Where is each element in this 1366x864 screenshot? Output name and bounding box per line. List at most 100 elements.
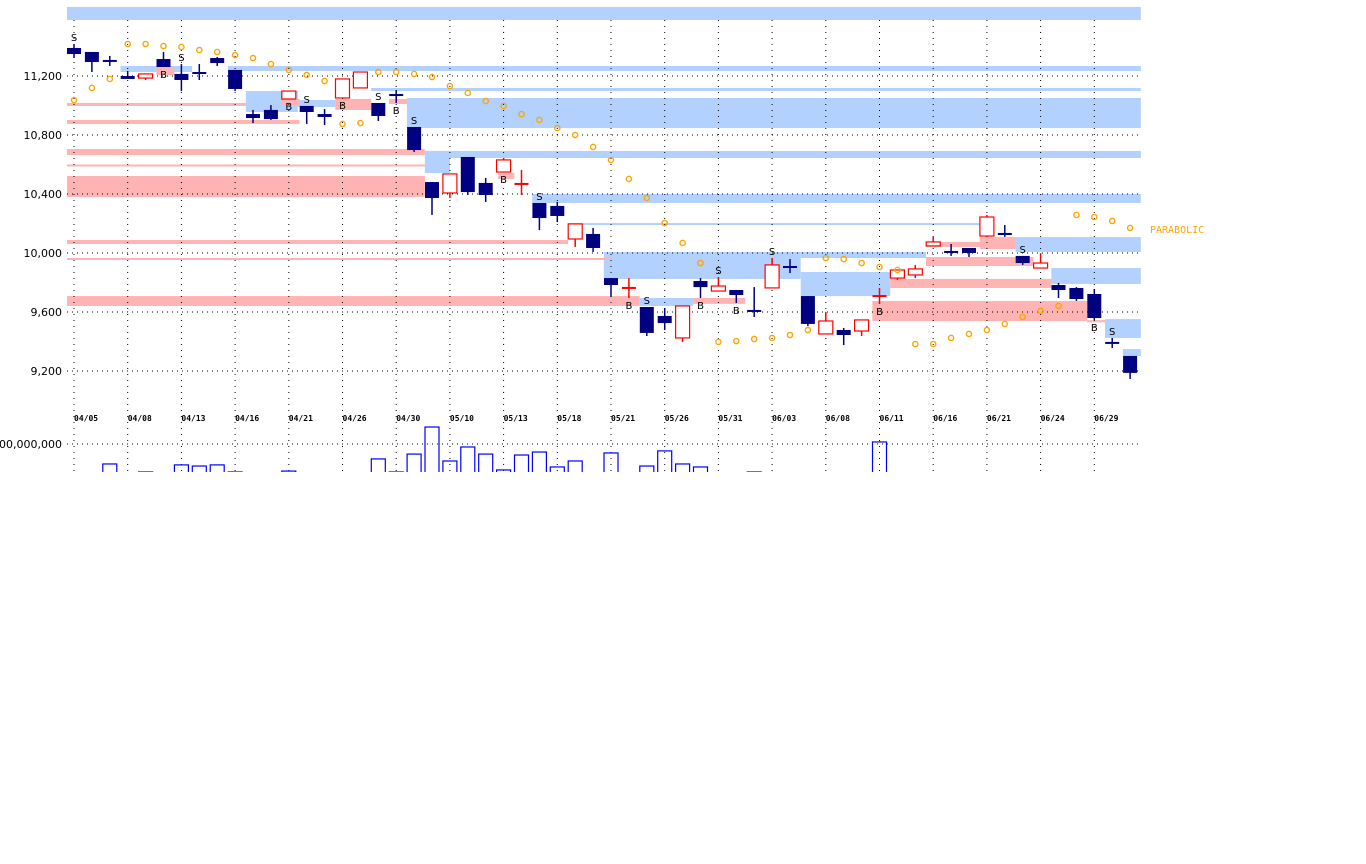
volume-bar <box>388 471 404 472</box>
volume-bar <box>370 458 386 472</box>
date-tick-label: 06/21 <box>987 414 1011 423</box>
resistance-zone <box>67 6 1141 20</box>
date-tick-label: 04/13 <box>181 414 205 423</box>
parabolic-dot <box>178 43 185 51</box>
candle <box>138 73 154 80</box>
candle <box>836 327 851 346</box>
volume-bar <box>406 453 422 472</box>
candle-body-up <box>442 173 458 194</box>
buy-signal-label: B <box>1091 323 1098 334</box>
resistance-zone <box>1122 349 1141 356</box>
date-tick-label: 04/05 <box>74 414 98 423</box>
parabolic-dot <box>983 326 991 334</box>
parabolic-dot <box>410 70 418 78</box>
parabolic-dot <box>195 46 203 54</box>
volume-bar <box>478 453 494 472</box>
price-tick-label: 10,000 <box>24 247 63 260</box>
candle-body-up <box>853 319 870 332</box>
candle-body-down <box>532 202 547 219</box>
candle <box>853 319 870 337</box>
candle <box>352 71 368 89</box>
date-tick-label: 05/18 <box>557 414 581 423</box>
candle <box>586 227 601 252</box>
candle <box>639 306 654 337</box>
candle-body-down <box>192 72 207 75</box>
volume-bar <box>209 464 225 472</box>
parabolic-dot <box>106 75 114 83</box>
buy-signal-label: B <box>500 175 507 186</box>
volume-bar <box>692 466 709 472</box>
candle-body-down <box>639 306 654 333</box>
resistance-zone <box>1015 237 1141 252</box>
parabolic-dot <box>1108 217 1116 225</box>
candle <box>657 308 672 330</box>
candle <box>1032 253 1049 269</box>
sell-signal-label: S <box>304 95 310 106</box>
support-zone <box>979 237 1016 250</box>
parabolic-dot <box>464 89 472 97</box>
candle-body-down <box>460 156 475 193</box>
candle-body-down <box>586 233 601 248</box>
parabolic-dot <box>858 259 865 267</box>
support-zone <box>67 176 425 197</box>
volume-bar <box>549 466 565 472</box>
volume-bar <box>353 473 367 520</box>
candle <box>407 127 422 152</box>
parabolic-dot <box>142 40 149 48</box>
date-tick-label: 06/11 <box>880 414 904 423</box>
volume-bar <box>281 470 297 472</box>
candle <box>997 224 1012 237</box>
candle <box>514 169 529 196</box>
buy-signal-label: B <box>285 102 292 113</box>
parabolic-dot <box>249 54 257 62</box>
candle <box>192 64 207 80</box>
date-tick-label: 06/03 <box>772 414 796 423</box>
candle-body-up <box>496 159 512 173</box>
candle-body-down <box>1105 341 1120 344</box>
volume-bar <box>622 473 636 520</box>
candle-body-down <box>120 76 135 79</box>
volume-bar <box>424 426 440 472</box>
buy-signal-label: B <box>393 106 400 117</box>
parabolic-dot <box>1001 320 1009 328</box>
candle <box>425 182 439 215</box>
parabolic-dot <box>124 40 131 48</box>
support-zone <box>67 240 569 244</box>
volume-bar <box>138 471 154 472</box>
parabolic-dot <box>768 334 776 342</box>
candle <box>67 43 81 59</box>
candle-body-down <box>228 69 243 89</box>
candle <box>889 269 906 280</box>
candle <box>156 51 171 68</box>
resistance-zone <box>406 97 1141 129</box>
sell-signal-label: S <box>644 296 650 307</box>
candle-body-up <box>925 241 941 247</box>
candle-body-down <box>836 329 851 335</box>
candle-body-down <box>478 182 493 196</box>
candle-body-up <box>281 90 297 100</box>
candle-body-up <box>1032 262 1049 269</box>
candle-body-up <box>674 305 691 339</box>
candle-body-down <box>550 205 565 216</box>
candle <box>371 102 386 121</box>
parabolic-dot <box>786 331 794 339</box>
support-zone <box>890 278 1052 288</box>
candles-layer <box>67 43 1138 379</box>
date-tick-label: 04/08 <box>128 414 152 423</box>
support-zone <box>67 149 425 156</box>
support-zone <box>67 119 300 124</box>
date-tick-label: 06/16 <box>933 414 957 423</box>
price-tick-label: 10,800 <box>24 129 63 142</box>
candle <box>317 109 332 125</box>
legend-parabolic: PARABOLIC <box>1150 225 1204 236</box>
candle <box>120 70 135 79</box>
candle-body-down <box>174 73 189 80</box>
candle <box>1051 282 1066 298</box>
candle-body-up <box>138 73 154 79</box>
parabolic-dot <box>965 330 973 338</box>
candle-body-down <box>84 51 99 62</box>
volume-bar <box>639 465 655 472</box>
candle <box>299 105 314 124</box>
parabolic-dot <box>428 73 436 81</box>
candle-body-down <box>371 102 386 116</box>
